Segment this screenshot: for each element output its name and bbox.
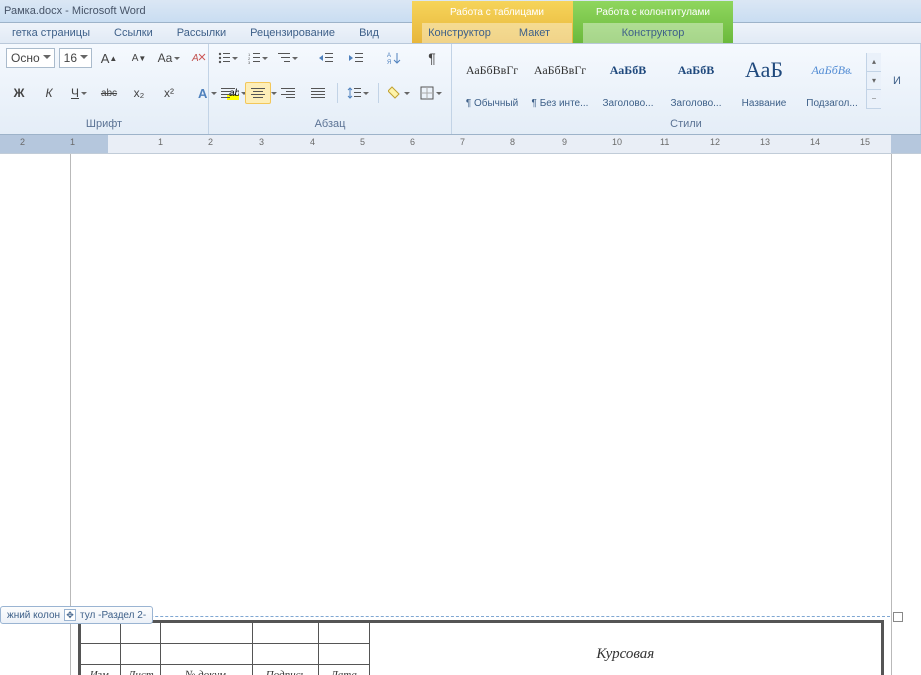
cell-work-type[interactable]: Курсовая — [369, 623, 881, 675]
ruler-right-margin — [891, 135, 921, 153]
decrease-indent-button[interactable] — [313, 47, 339, 69]
ruler-number: 8 — [510, 137, 515, 147]
align-right-button[interactable] — [275, 82, 301, 104]
group-paragraph: 123 AЯ ¶ Абзац — [209, 44, 452, 134]
bullets-button[interactable] — [215, 47, 241, 69]
svg-text:A: A — [387, 53, 391, 59]
tab-references[interactable]: Ссылки — [102, 23, 165, 43]
cell-header-list[interactable]: Лист — [121, 665, 161, 675]
svg-text:Я: Я — [387, 60, 391, 65]
group-styles-label: Стили — [454, 116, 918, 132]
ruler-number: 11 — [660, 137, 669, 147]
italic-button[interactable]: К — [36, 82, 62, 104]
shrink-font-button[interactable]: A▼ — [126, 47, 152, 69]
tab-review[interactable]: Рецензирование — [238, 23, 347, 43]
contextual-tab-header-tools: Работа с колонтитулами Конструктор — [573, 1, 733, 43]
tab-table-design[interactable]: Конструктор — [422, 23, 497, 43]
styles-gallery-scroll[interactable]: ▴ ▾ ⎯ — [866, 53, 881, 109]
align-center-button[interactable] — [245, 82, 271, 104]
table-row[interactable]: Курсовая — [81, 623, 882, 644]
tab-mailings[interactable]: Рассылки — [165, 23, 238, 43]
page[interactable] — [70, 154, 892, 675]
ruler-number: 13 — [760, 137, 770, 147]
ruler-number: 9 — [562, 137, 567, 147]
style-heading2[interactable]: АаБбВ Заголово... — [662, 50, 730, 112]
justify-button[interactable] — [305, 82, 331, 104]
ribbon: Осно 16 A▲ A▼ Aa A Ж К Ч abc x₂ x² A ab … — [0, 44, 921, 135]
numbering-button[interactable]: 123 — [245, 47, 271, 69]
style-no-spacing[interactable]: АаБбВвГг ¶ Без инте... — [526, 50, 594, 112]
style-subtitle[interactable]: АаБбВв. Подзагол... — [798, 50, 866, 112]
align-left-button[interactable] — [215, 82, 241, 104]
svg-text:A: A — [198, 86, 208, 100]
ruler-number: 6 — [410, 137, 415, 147]
ruler-number: 10 — [612, 137, 622, 147]
cell-header-izm[interactable]: Изм. — [81, 665, 121, 675]
change-case-button[interactable]: Aa — [156, 47, 182, 69]
strikethrough-button[interactable]: abc — [96, 82, 122, 104]
separator — [337, 83, 338, 103]
increase-indent-button[interactable] — [343, 47, 369, 69]
footer-boundary-line — [70, 616, 890, 617]
ruler-number: 5 — [360, 137, 365, 147]
styles-scroll-up-icon[interactable]: ▴ — [867, 53, 881, 72]
tab-page-layout[interactable]: гетка страницы — [0, 23, 102, 43]
header-tools-title: Работа с колонтитулами — [583, 3, 723, 23]
ribbon-tabs: гетка страницы Ссылки Рассылки Рецензиро… — [0, 23, 921, 44]
ruler-number: 14 — [810, 137, 820, 147]
sort-button[interactable]: AЯ — [381, 47, 407, 69]
style-heading1[interactable]: АаБбВ Заголово... — [594, 50, 662, 112]
font-size-combo[interactable]: 16 — [59, 48, 92, 68]
clear-formatting-button[interactable]: A — [186, 47, 212, 69]
multilevel-list-button[interactable] — [275, 47, 301, 69]
group-font-label: Шрифт — [6, 116, 202, 132]
ruler-number: 1 — [70, 137, 75, 147]
ruler-number: 15 — [860, 137, 870, 147]
table-move-handle-icon[interactable]: ✥ — [64, 609, 76, 621]
document-title: Рамка.docx - Microsoft Word — [4, 5, 146, 17]
tab-table-layout[interactable]: Макет — [497, 23, 572, 43]
group-styles: АаБбВвГг ¶ Обычный АаБбВвГг ¶ Без инте..… — [452, 44, 921, 134]
ruler-left-margin — [0, 135, 108, 153]
ruler-number: 12 — [710, 137, 720, 147]
ruler-number: 3 — [259, 137, 264, 147]
document-area[interactable]: жний колон ✥ тул -Раздел 2- Курсовая Изм… — [0, 154, 921, 675]
ruler-number: 2 — [208, 137, 213, 147]
cell-header-docnum[interactable]: № докум. — [161, 665, 253, 675]
superscript-button[interactable]: x² — [156, 82, 182, 104]
styles-scroll-down-icon[interactable]: ▾ — [867, 72, 881, 91]
grow-font-button[interactable]: A▲ — [96, 47, 122, 69]
ruler-number: 1 — [158, 137, 163, 147]
group-font: Осно 16 A▲ A▼ Aa A Ж К Ч abc x₂ x² A ab … — [0, 44, 209, 134]
table-tools-title: Работа с таблицами — [422, 3, 572, 23]
line-spacing-button[interactable] — [344, 82, 372, 104]
underline-button[interactable]: Ч — [66, 82, 92, 104]
style-title[interactable]: АаБ Название — [730, 50, 798, 112]
styles-scroll-more-icon[interactable]: ⎯ — [867, 90, 881, 109]
cell-header-date[interactable]: Дата — [319, 665, 370, 675]
table-resize-handle-icon[interactable] — [893, 612, 903, 622]
ruler-number: 2 — [20, 137, 25, 147]
change-styles-button[interactable]: И — [881, 75, 907, 87]
footer-section-tag[interactable]: жний колон ✥ тул -Раздел 2- — [0, 606, 153, 624]
svg-text:3: 3 — [248, 60, 251, 64]
borders-button[interactable] — [417, 82, 445, 104]
svg-text:A: A — [191, 53, 199, 64]
shading-button[interactable] — [385, 82, 413, 104]
font-name-combo[interactable]: Осно — [6, 48, 55, 68]
title-block-table[interactable]: Курсовая Изм. Лист № докум. Подпись Дата… — [78, 620, 884, 675]
tab-header-design[interactable]: Конструктор — [583, 23, 723, 43]
show-marks-button[interactable]: ¶ — [419, 47, 445, 69]
tab-view[interactable]: Вид — [347, 23, 391, 43]
subscript-button[interactable]: x₂ — [126, 82, 152, 104]
cell-header-sign[interactable]: Подпись — [253, 665, 319, 675]
separator — [378, 83, 379, 103]
style-normal[interactable]: АаБбВвГг ¶ Обычный — [458, 50, 526, 112]
bold-button[interactable]: Ж — [6, 82, 32, 104]
contextual-tab-table-tools: Работа с таблицами Конструктор Макет — [412, 1, 583, 43]
group-paragraph-label: Абзац — [215, 116, 445, 132]
ruler-number: 4 — [310, 137, 315, 147]
ruler-number: 7 — [460, 137, 465, 147]
horizontal-ruler[interactable]: 21123456789101112131415 — [0, 135, 921, 154]
